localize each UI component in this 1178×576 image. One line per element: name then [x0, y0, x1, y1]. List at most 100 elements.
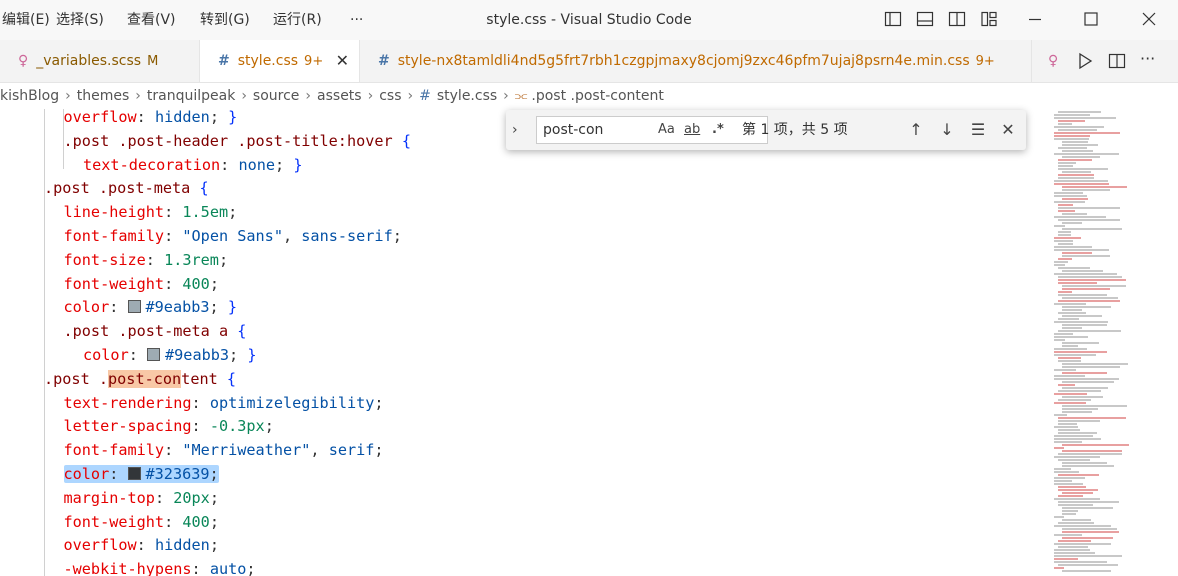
code-line: font-family: "Open Sans", sans-serif; [64, 224, 402, 248]
split-editor-icon[interactable] [1108, 52, 1126, 74]
code-token: serif [328, 441, 375, 460]
minimap-line [1062, 363, 1128, 365]
next-match-icon[interactable]: ↓ [935, 116, 959, 144]
code-token: #9eabb3 [165, 346, 230, 364]
breadcrumb: kishBlog › themes › tranquilpeak › source › asse… [0, 83, 1178, 109]
minimap-line [1058, 120, 1085, 122]
minimap-line [1054, 249, 1109, 251]
use-regex-toggle[interactable]: .* [712, 116, 724, 144]
toggle-primary-sidebar-icon[interactable] [884, 10, 902, 28]
tab-variables-scss[interactable]: ♀ _variables.scss M [0, 40, 200, 82]
minimap-line [1062, 186, 1127, 188]
minimap-line [1054, 192, 1083, 194]
breadcrumb-item[interactable]: tranquilpeak [147, 83, 235, 109]
minimap-line [1058, 360, 1081, 362]
minimap-line [1054, 369, 1076, 371]
scss-icon[interactable]: ♀ [1048, 40, 1058, 82]
minimize-icon[interactable] [1026, 10, 1044, 28]
code-token: optimizelegibility [209, 393, 375, 412]
minimap-line [1054, 426, 1078, 428]
menu-selection[interactable]: 选择(S) [56, 0, 104, 40]
menu-goto[interactable]: 转到(G) [200, 0, 250, 40]
tab-style-css[interactable]: # style.css 9+ ✕ [200, 40, 360, 82]
chevron-right-icon: › [305, 88, 312, 104]
code-token: : [164, 512, 183, 531]
find-input[interactable]: post-con [536, 116, 768, 144]
minimap-line [1058, 162, 1076, 164]
tab-label: _variables.scss [36, 53, 142, 69]
minimap-line [1054, 135, 1090, 137]
minimap-line [1058, 399, 1091, 401]
match-case-toggle[interactable]: Aa [658, 116, 675, 144]
code-token: ; [209, 488, 219, 507]
close-icon[interactable]: ✕ [996, 116, 1020, 144]
code-line: line-height: 1.5em; [64, 200, 238, 224]
minimap-line [1062, 255, 1110, 257]
chevron-right-icon: › [241, 88, 247, 104]
minimap-line [1054, 153, 1119, 155]
find-match-count: 第 1 项，共 5 项 [742, 122, 848, 138]
minimap-line [1058, 453, 1122, 455]
code-token: : [136, 109, 155, 126]
menu-run[interactable]: 运行(R) [273, 0, 322, 40]
minimap-line [1062, 213, 1087, 215]
breadcrumb-item[interactable]: source [253, 83, 300, 109]
minimap-line [1058, 168, 1108, 170]
scss-icon: ♀ [18, 53, 29, 69]
breadcrumb-item[interactable]: assets [317, 83, 362, 109]
code-token: .post .post-header .post-title:hover [63, 131, 402, 150]
minimap-line [1058, 432, 1097, 434]
code-editor[interactable]: overflow: hidden; } .post .post-header .p… [0, 109, 1040, 576]
minimap-line [1062, 288, 1110, 290]
more-actions-icon[interactable]: ··· [1140, 40, 1155, 82]
code-token: ; [209, 512, 219, 531]
minimap-line [1054, 483, 1083, 485]
minimap[interactable] [1050, 109, 1178, 576]
menu-edit[interactable]: 编辑(E) [2, 0, 50, 40]
find-in-selection-icon[interactable]: ☰ [966, 116, 990, 144]
maximize-icon[interactable] [1082, 10, 1100, 28]
tab-style-min-css[interactable]: # style-nx8tamldli4nd5g5frt7rbh1czgpjmaxy… [360, 40, 1032, 82]
previous-match-icon[interactable]: ↑ [904, 116, 928, 144]
toggle-replace-icon[interactable]: › [512, 110, 518, 150]
minimap-line [1058, 279, 1126, 281]
code-token: ; [209, 536, 219, 555]
minimap-line [1058, 147, 1087, 149]
code-line: .post .post-meta a { [64, 319, 247, 343]
code-token: overflow [63, 109, 137, 126]
code-token: { [199, 179, 209, 198]
code-token: "Open Sans" [182, 227, 283, 245]
minimap-line [1062, 405, 1127, 407]
customize-layout-icon[interactable] [980, 10, 998, 28]
minimap-line [1062, 411, 1092, 413]
menu-view[interactable]: 查看(V) [127, 0, 176, 40]
minimap-line [1054, 471, 1079, 473]
breadcrumb-item[interactable]: themes [77, 83, 130, 109]
breadcrumb-item[interactable]: css [379, 83, 401, 109]
toggle-secondary-sidebar-icon[interactable] [948, 10, 966, 28]
code-token: auto [209, 560, 247, 576]
minimap-line [1054, 195, 1087, 197]
minimap-line [1054, 138, 1089, 140]
minimap-line [1058, 123, 1072, 125]
close-window-icon[interactable] [1140, 10, 1158, 28]
breadcrumb-item[interactable]: .post .post-content [531, 83, 663, 109]
code-token: ; [392, 227, 402, 245]
chevron-right-icon: › [503, 88, 509, 104]
chevron-right-icon: › [65, 88, 71, 104]
code-token: : [145, 250, 165, 269]
tab-badge: 9+ [975, 54, 995, 69]
run-icon[interactable] [1076, 52, 1094, 74]
close-icon[interactable]: ✕ [336, 40, 349, 82]
minimap-line [1054, 351, 1107, 353]
toggle-panel-icon[interactable] [916, 10, 934, 28]
match-whole-word-toggle[interactable]: ab [684, 116, 700, 144]
breadcrumb-item[interactable]: style.css [437, 83, 497, 109]
breadcrumb-item[interactable]: kishBlog [0, 83, 59, 109]
code-token: } [227, 298, 237, 317]
menu-more[interactable]: ··· [350, 0, 363, 40]
minimap-line [1054, 534, 1082, 536]
code-token: overflow [63, 536, 137, 555]
minimap-line [1054, 552, 1095, 554]
minimap-line [1058, 159, 1092, 161]
